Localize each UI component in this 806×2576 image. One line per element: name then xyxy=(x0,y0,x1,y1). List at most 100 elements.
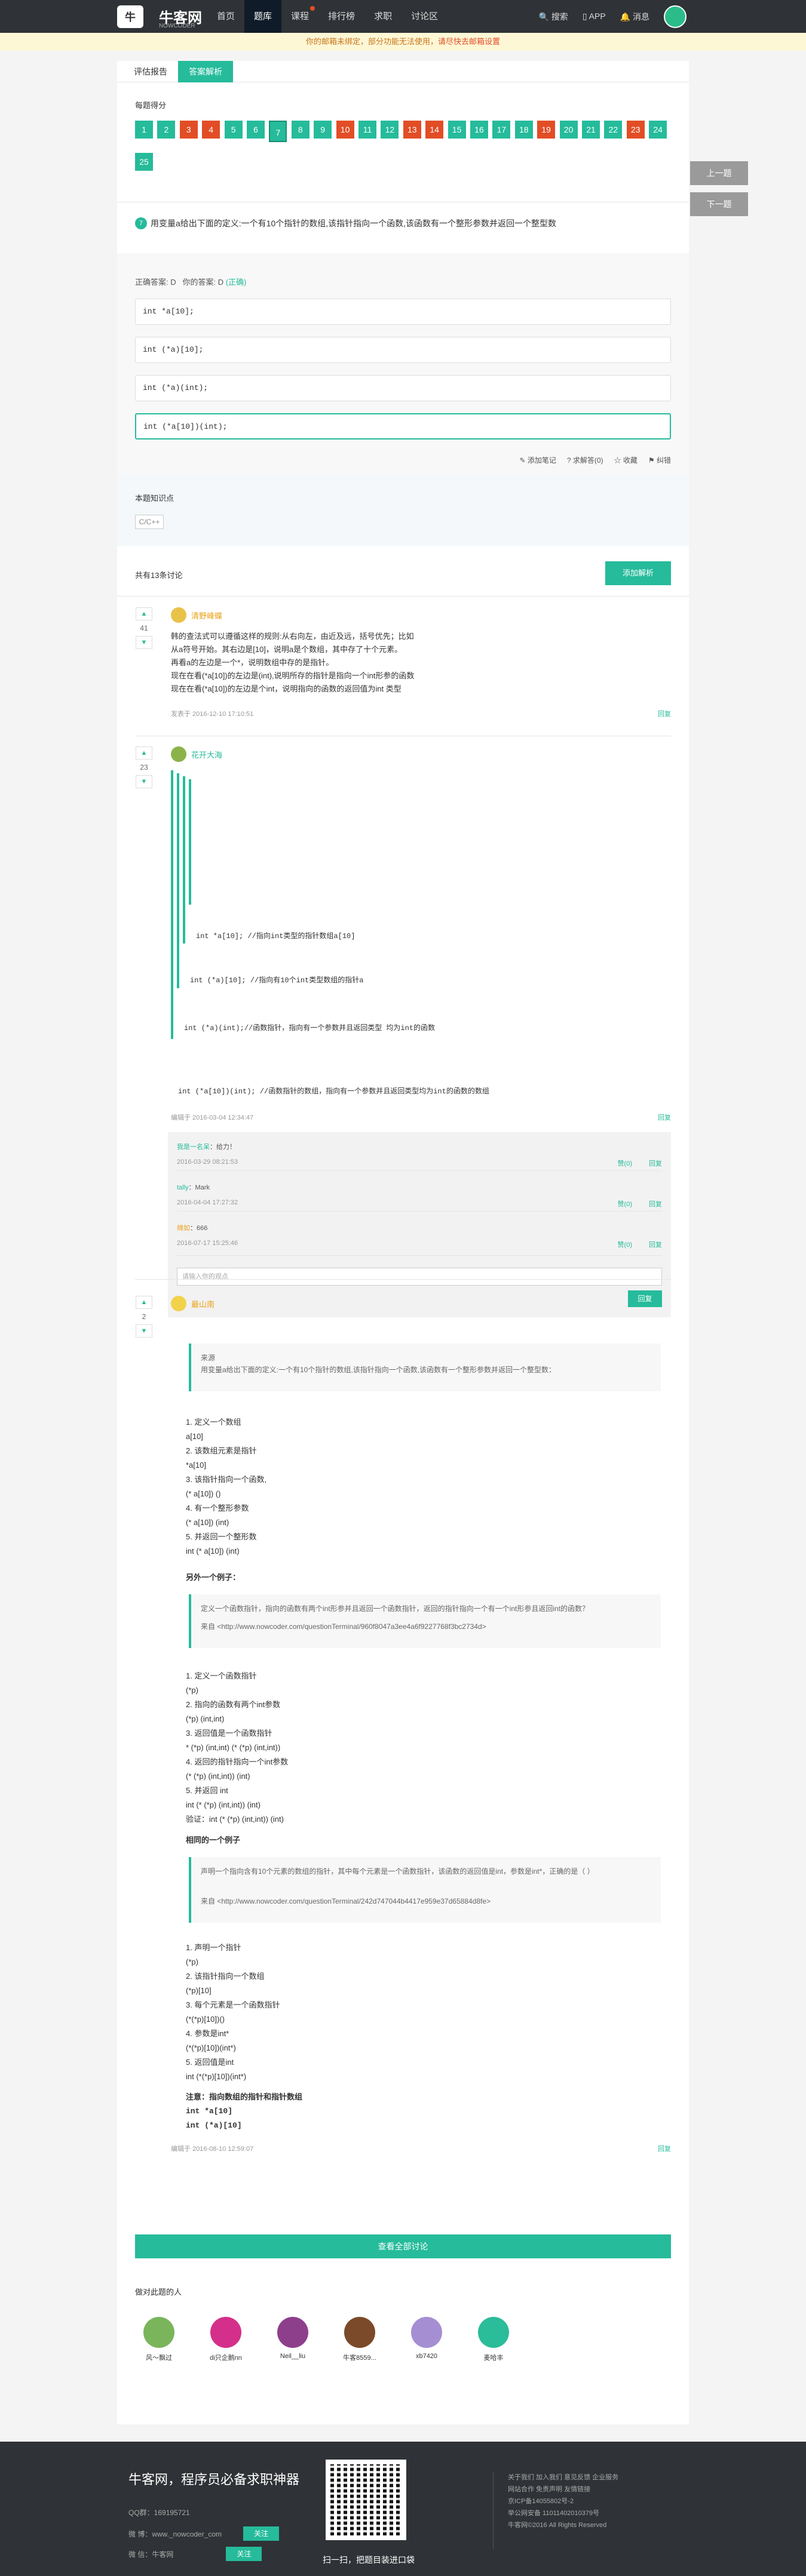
view-all-button[interactable]: 查看全部讨论 xyxy=(135,2234,671,2258)
step-line: 验证：int (* (*p) (int,int)) (int) xyxy=(186,1815,284,1824)
question-grid-item[interactable]: 14 xyxy=(425,121,444,139)
downvote-button[interactable]: ▼ xyxy=(136,1324,152,1338)
question-grid-item[interactable]: 24 xyxy=(649,121,667,139)
upvote-button[interactable]: ▲ xyxy=(136,746,152,760)
option-a[interactable]: int *a[10]; xyxy=(135,299,671,325)
correct-person[interactable]: Neil__liu xyxy=(269,2317,317,2360)
knowledge-point-tag[interactable]: C/C++ xyxy=(135,515,164,529)
step-line: int (* a[10]) (int) xyxy=(186,1547,240,1556)
author-name[interactable]: 清野峰蝶 xyxy=(191,610,222,621)
question-grid-item[interactable]: 8 xyxy=(291,121,309,139)
add-note-button[interactable]: ✎ 添加笔记 xyxy=(519,455,556,465)
phone-icon: ▯ xyxy=(582,11,587,21)
favorite-button[interactable]: ☆ 收藏 xyxy=(614,455,638,465)
reply-link[interactable]: 回复 xyxy=(658,2144,671,2153)
nav-rank[interactable]: 排行榜 xyxy=(318,0,364,33)
step-line: 3. 返回值是一个函数指针 xyxy=(186,1729,272,1738)
nav-problems[interactable]: 题库 xyxy=(244,0,282,33)
avatar[interactable] xyxy=(171,1296,186,1311)
follow-weibo-button[interactable]: 关注 xyxy=(243,2526,280,2541)
upvote-button[interactable]: ▲ xyxy=(136,607,152,620)
question-grid-item[interactable]: 12 xyxy=(381,121,399,139)
like-link[interactable]: 赞(0) xyxy=(618,1240,632,1249)
nav-courses[interactable]: 课程 xyxy=(281,0,318,33)
question-grid-item[interactable]: 2 xyxy=(157,121,176,139)
code-line: int *a[10]; //指向int类型的指针数组a[10] xyxy=(196,932,356,940)
correct-person[interactable]: xb7420 xyxy=(403,2317,450,2360)
downvote-button[interactable]: ▼ xyxy=(136,636,152,649)
question-grid-item[interactable]: 22 xyxy=(604,121,623,139)
avatar[interactable] xyxy=(171,746,186,762)
sub-reply-author[interactable]: tally xyxy=(177,1184,189,1191)
tab-analysis[interactable]: 答案解析 xyxy=(178,61,233,82)
next-question-button[interactable]: 下一题 xyxy=(690,192,748,216)
avatar xyxy=(143,2317,174,2348)
quote-block: 来源 用变量a给出下面的定义:一个有10个指针的数组,该指针指向一个函数,该函数… xyxy=(189,1344,661,1391)
upvote-button[interactable]: ▲ xyxy=(136,1296,152,1309)
question-grid-item[interactable]: 9 xyxy=(314,121,332,139)
nav-jobs[interactable]: 求职 xyxy=(364,0,402,33)
step-line: (*p) xyxy=(186,1957,198,1966)
report-error-button[interactable]: ⚑ 纠错 xyxy=(648,455,671,465)
nav-home[interactable]: 首页 xyxy=(207,0,244,33)
sub-reply-author[interactable]: 我是一名呆 xyxy=(177,1143,210,1151)
footer-links[interactable]: 关于我们 加入我们 意见反馈 企业服务 网站合作 免责声明 友情链接 京ICP备… xyxy=(508,2472,663,2531)
question-grid-item[interactable]: 16 xyxy=(470,121,488,139)
question-grid-item[interactable]: 15 xyxy=(448,121,466,139)
question-grid-item[interactable]: 21 xyxy=(582,121,600,139)
nav-discuss[interactable]: 讨论区 xyxy=(402,0,448,33)
option-c[interactable]: int (*a)(int); xyxy=(135,375,671,401)
question-grid-item[interactable]: 10 xyxy=(336,121,354,139)
option-d[interactable]: int (*a[10])(int); xyxy=(135,413,671,439)
tab-report[interactable]: 评估报告 xyxy=(123,61,178,82)
app-link[interactable]: ▯ APP xyxy=(583,11,606,21)
question-grid-item[interactable]: 20 xyxy=(559,121,578,139)
question-grid-item[interactable]: 18 xyxy=(514,121,533,139)
avatar[interactable] xyxy=(171,607,186,623)
user-avatar[interactable] xyxy=(664,5,687,28)
reply-input[interactable]: 请输入你的观点 xyxy=(177,1268,662,1286)
step-line: (* (*p) (int,int)) (int) xyxy=(186,1772,250,1781)
quote-block: 声明一个指向含有10个元素的数组的指针，其中每个元素是一个函数指针，该函数的返回… xyxy=(189,1857,661,1923)
search-link[interactable]: 🔍 搜索 xyxy=(538,11,568,23)
question-grid-item[interactable]: 4 xyxy=(202,121,220,139)
question-grid-item[interactable]: 13 xyxy=(403,121,421,139)
messages-link[interactable]: 🔔 消息 xyxy=(620,11,649,23)
correct-person[interactable]: di只企鹅nn xyxy=(202,2317,250,2362)
reply-link[interactable]: 回复 xyxy=(658,709,671,718)
prev-question-button[interactable]: 上一题 xyxy=(690,161,748,185)
author-name[interactable]: 花开大海 xyxy=(191,749,222,760)
downvote-button[interactable]: ▼ xyxy=(136,775,152,788)
question-grid-item[interactable]: 5 xyxy=(224,121,243,139)
question-grid-item[interactable]: 23 xyxy=(626,121,645,139)
reply-link[interactable]: 回复 xyxy=(658,1112,671,1122)
follow-wechat-button[interactable]: 关注 xyxy=(226,2547,262,2561)
question-grid-item[interactable]: 25 xyxy=(135,153,153,171)
correct-person[interactable]: 风～飘过 xyxy=(135,2317,183,2362)
logo[interactable]: 牛 牛客网 NOWCODER xyxy=(117,5,202,29)
question-grid-item[interactable]: 11 xyxy=(358,121,376,139)
question-grid-item[interactable]: 1 xyxy=(135,121,153,139)
reply-link[interactable]: 回复 xyxy=(649,1240,662,1249)
sub-reply-author[interactable]: 绵如 xyxy=(177,1225,190,1232)
reply-link[interactable]: 回复 xyxy=(649,1158,662,1168)
footer-wechat: 微 信：牛客网 关注 xyxy=(128,2547,262,2561)
question-grid-item[interactable]: 19 xyxy=(537,121,556,139)
add-analysis-button[interactable]: 添加解析 xyxy=(605,561,671,585)
author-name[interactable]: 最山南 xyxy=(191,1298,214,1309)
option-b[interactable]: int (*a)[10]; xyxy=(135,337,671,363)
correct-person[interactable]: 牛客8559... xyxy=(336,2317,384,2362)
correct-person[interactable]: 麦哈丰 xyxy=(470,2317,517,2362)
ask-button[interactable]: ? 求解答(0) xyxy=(567,455,603,465)
avatar xyxy=(478,2317,509,2348)
reply-link[interactable]: 回复 xyxy=(649,1199,662,1209)
question-grid-item[interactable]: 17 xyxy=(492,121,511,139)
like-link[interactable]: 赞(0) xyxy=(618,1199,632,1209)
like-link[interactable]: 赞(0) xyxy=(618,1158,632,1168)
question-grid-item[interactable]: 7 xyxy=(269,121,287,142)
sub-reply-text: ：给力！ xyxy=(210,1143,236,1151)
notice-link[interactable]: 请尽快去邮箱设置 xyxy=(438,37,500,46)
question-grid-item[interactable]: 3 xyxy=(179,121,198,139)
vote-box: ▲ 41 ▼ xyxy=(135,607,153,649)
question-grid-item[interactable]: 6 xyxy=(247,121,265,139)
